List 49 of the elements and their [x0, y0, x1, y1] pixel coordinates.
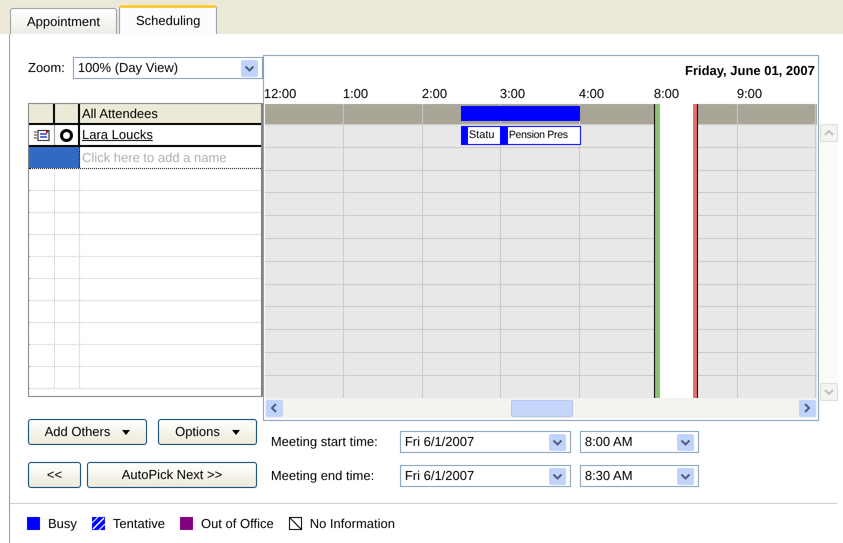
meeting-time-selection[interactable] [654, 104, 698, 398]
hour-label: 4:00 [578, 86, 604, 100]
options-button[interactable]: Options [158, 419, 257, 445]
attendee-status-icon [60, 128, 73, 142]
scroll-left-icon[interactable] [266, 400, 283, 416]
autopick-next-button[interactable]: AutoPick Next >> [87, 462, 257, 488]
hour-label: 1:00 [342, 86, 368, 100]
previous-button[interactable]: << [28, 462, 81, 488]
add-others-button[interactable]: Add Others [28, 419, 147, 445]
chevron-down-icon [548, 434, 566, 450]
dropdown-arrow-icon [232, 430, 240, 434]
scroll-right-icon[interactable] [798, 400, 816, 416]
chevron-down-icon [676, 434, 694, 450]
legend-swatch-icon [288, 517, 302, 530]
legend-label: No Information [310, 514, 395, 533]
scroll-thumb[interactable] [510, 400, 573, 416]
zoom-dropdown[interactable]: 100% (Day View) [72, 57, 263, 79]
time-dropdown[interactable]: 8:30 AM [580, 465, 699, 487]
meeting-time-label: Meeting end time: [270, 467, 376, 486]
zoom-label: Zoom: [28, 59, 65, 78]
horizontal-scrollbar[interactable] [264, 398, 817, 418]
meeting-time-label: Meeting start time: [270, 433, 379, 452]
dropdown-arrow-icon [122, 430, 130, 434]
hour-label: 9:00 [736, 86, 762, 100]
vertical-scrollbar[interactable] [820, 124, 838, 401]
tab[interactable]: Scheduling [119, 5, 218, 34]
date-dropdown[interactable]: Fri 6/1/2007 [400, 431, 571, 453]
busy-appointment[interactable]: Pension Pres [500, 126, 581, 145]
time-dropdown[interactable]: 8:00 AM [580, 431, 699, 453]
column-header: All Attendees [81, 104, 158, 123]
legend-label: Busy [48, 514, 77, 533]
chevron-down-icon [548, 468, 566, 484]
hour-label: 2:00 [422, 86, 448, 100]
chevron-down-icon [676, 468, 694, 484]
busy-appointment[interactable]: Statu [460, 126, 501, 145]
legend-label: Tentative [112, 514, 165, 533]
tab[interactable]: Appointment [10, 8, 117, 34]
hour-label: 3:00 [500, 86, 526, 100]
scroll-up-icon[interactable] [820, 124, 838, 142]
date-dropdown[interactable]: Fri 6/1/2007 [400, 465, 571, 487]
legend-label: Out of Office [200, 514, 274, 533]
hour-label: 12:00 [264, 86, 296, 100]
add-name-field[interactable]: Click here to add a name [80, 147, 261, 168]
date-heading: Friday, June 01, 2007 [685, 62, 815, 80]
attendee-name[interactable]: Lara Loucks [80, 125, 153, 145]
free-busy-grid[interactable]: Statu Pension Pres [264, 104, 817, 398]
chevron-down-icon [240, 60, 258, 76]
envelope-icon [34, 130, 50, 140]
hour-label: 8:00 [654, 86, 680, 100]
